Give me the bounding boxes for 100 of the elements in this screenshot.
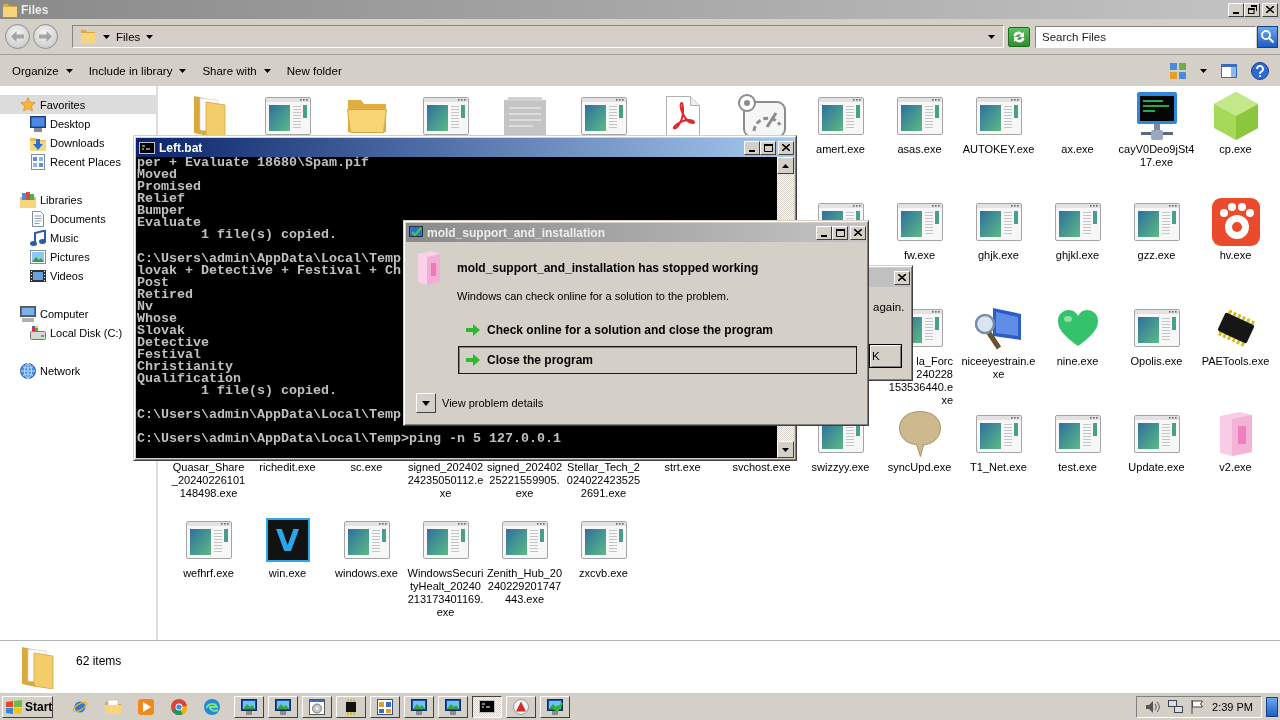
circle-logo-icon[interactable] <box>171 698 187 715</box>
file-name[interactable]: WindowsSecurityHealt_20240213173401169.exe <box>407 567 484 619</box>
file-name[interactable]: ghjk.exe <box>960 249 1037 262</box>
program-window-icon[interactable] <box>896 97 943 135</box>
sidebar-item[interactable]: Music <box>30 228 82 247</box>
minimize-button[interactable] <box>816 225 832 240</box>
close-button[interactable] <box>850 225 866 240</box>
maximize-button[interactable] <box>832 225 848 240</box>
file-name[interactable]: asas.exe <box>881 143 958 156</box>
expand-button[interactable] <box>416 393 436 413</box>
refresh-button[interactable] <box>1008 26 1030 47</box>
file-name[interactable]: svchost.exe <box>723 461 800 474</box>
program-window-icon[interactable] <box>185 521 232 559</box>
file-name[interactable]: Zenith_Hub_20240229201747443.exe <box>486 567 563 606</box>
file-name[interactable]: sc.exe <box>328 461 405 474</box>
restore-button[interactable] <box>1244 2 1260 17</box>
program-window-icon[interactable] <box>975 97 1022 135</box>
close-button[interactable] <box>894 270 910 285</box>
file-name[interactable]: v2.exe <box>1197 461 1274 474</box>
toolbar-button[interactable]: Share with <box>194 58 279 83</box>
scroll-down-button[interactable] <box>777 441 794 458</box>
program-window-icon[interactable] <box>896 203 943 241</box>
magnifier-icon[interactable] <box>974 306 1023 350</box>
program-window-icon[interactable] <box>1133 203 1180 241</box>
v-logo-icon[interactable]: V <box>265 518 310 562</box>
maximize-button[interactable] <box>760 140 776 155</box>
file-name[interactable]: test.exe <box>1039 461 1116 474</box>
file-name[interactable]: T1_Net.exe <box>960 461 1037 474</box>
program-window-icon[interactable] <box>975 203 1022 241</box>
file-name[interactable]: gzz.exe <box>1118 249 1195 262</box>
file-name[interactable]: ghjkl.exe <box>1039 249 1116 262</box>
program-window-icon[interactable] <box>975 415 1022 453</box>
toolbar-button[interactable]: New folder <box>278 58 350 83</box>
file-name[interactable]: richedit.exe <box>249 461 326 474</box>
close-button[interactable] <box>778 140 794 155</box>
ok-button[interactable]: K <box>869 344 902 368</box>
breadcrumb-button[interactable]: Files <box>116 30 141 43</box>
program-window-icon[interactable] <box>422 97 469 135</box>
file-name[interactable]: Update.exe <box>1118 461 1195 474</box>
address-bar[interactable]: Files <box>72 25 1004 48</box>
pdf-document-icon[interactable] <box>665 96 700 136</box>
program-window-icon[interactable] <box>817 97 864 135</box>
sidebar-item[interactable]: Pictures <box>30 247 93 266</box>
program-window-icon[interactable] <box>580 97 627 135</box>
close-button[interactable] <box>1262 2 1278 17</box>
sidebar-item[interactable]: Local Disk (C:) <box>30 323 126 342</box>
sidebar-item[interactable]: Favorites <box>0 95 156 114</box>
sidebar-item[interactable]: Downloads <box>30 133 108 152</box>
program-window-icon[interactable] <box>264 97 311 135</box>
file-name[interactable]: hv.exe <box>1197 249 1274 262</box>
file-name[interactable]: signed_20240225221559905.exe <box>486 461 563 500</box>
details-link[interactable]: View problem details <box>442 397 544 409</box>
sidebar-item[interactable]: Computer <box>20 304 92 323</box>
program-window-icon[interactable] <box>501 521 548 559</box>
caret-icon[interactable] <box>1200 68 1207 73</box>
minimize-button[interactable] <box>744 140 760 155</box>
sidebar-item[interactable]: Desktop <box>30 114 94 133</box>
flag-icon[interactable] <box>1191 699 1205 714</box>
program-window-icon[interactable] <box>1133 415 1180 453</box>
file-name[interactable]: amert.exe <box>802 143 879 156</box>
taskbar-button[interactable] <box>472 695 502 718</box>
program-window-icon[interactable] <box>343 521 390 559</box>
help-icon[interactable] <box>1251 61 1269 80</box>
sidebar-item[interactable]: Documents <box>30 209 109 228</box>
file-name[interactable]: win.exe <box>249 567 326 580</box>
file-name[interactable]: windows.exe <box>328 567 405 580</box>
file-name[interactable]: cp.exe <box>1197 143 1274 156</box>
network-icon[interactable] <box>1168 700 1184 713</box>
toolbar-button[interactable]: Organize <box>4 58 81 83</box>
file-name[interactable]: strt.exe <box>644 461 721 474</box>
scroll-up-button[interactable] <box>777 157 794 174</box>
file-name[interactable]: Quasar_Share_20240226101148498.exe <box>170 461 247 500</box>
sidebar-item[interactable]: Videos <box>30 266 87 285</box>
file-name[interactable]: wefhrf.exe <box>170 567 247 580</box>
file-name[interactable]: Stellar_Tech_20240224235252691.exe <box>565 461 642 500</box>
speech-bubble-icon[interactable] <box>898 411 941 457</box>
dropdown-arrow-icon[interactable] <box>988 34 995 39</box>
clock[interactable]: 2:39 PM <box>1212 700 1253 713</box>
file-name[interactable]: PAETools.exe <box>1197 355 1274 368</box>
program-window-icon[interactable] <box>1054 203 1101 241</box>
file-name[interactable]: syncUpd.exe <box>881 461 958 474</box>
show-desktop-button[interactable] <box>1266 696 1278 717</box>
file-name[interactable]: Opolis.exe <box>1118 355 1195 368</box>
caret-icon[interactable] <box>103 34 110 39</box>
monitor-icon[interactable] <box>1136 92 1177 140</box>
toolbar-button[interactable]: Include in library <box>80 58 195 83</box>
program-window-icon[interactable] <box>1133 309 1180 347</box>
program-window-icon[interactable] <box>422 521 469 559</box>
minimize-button[interactable] <box>1228 2 1244 17</box>
file-name[interactable]: signed_20240224235050112.exe <box>407 461 484 500</box>
file-name[interactable]: fw.exe <box>881 249 958 262</box>
option-button[interactable]: Close the program <box>458 346 857 374</box>
file-name[interactable]: zxcvb.exe <box>565 567 642 580</box>
program-window-icon[interactable] <box>580 521 627 559</box>
file-name[interactable]: cayV0Deo9jSt417.exe <box>1118 143 1195 169</box>
preview-pane-icon[interactable] <box>1221 63 1237 78</box>
search-field[interactable]: Search Files <box>1035 25 1256 48</box>
file-name[interactable]: ax.exe <box>1039 143 1116 156</box>
sidebar-item[interactable]: Network <box>20 361 84 380</box>
paw-icon[interactable] <box>1211 198 1260 246</box>
